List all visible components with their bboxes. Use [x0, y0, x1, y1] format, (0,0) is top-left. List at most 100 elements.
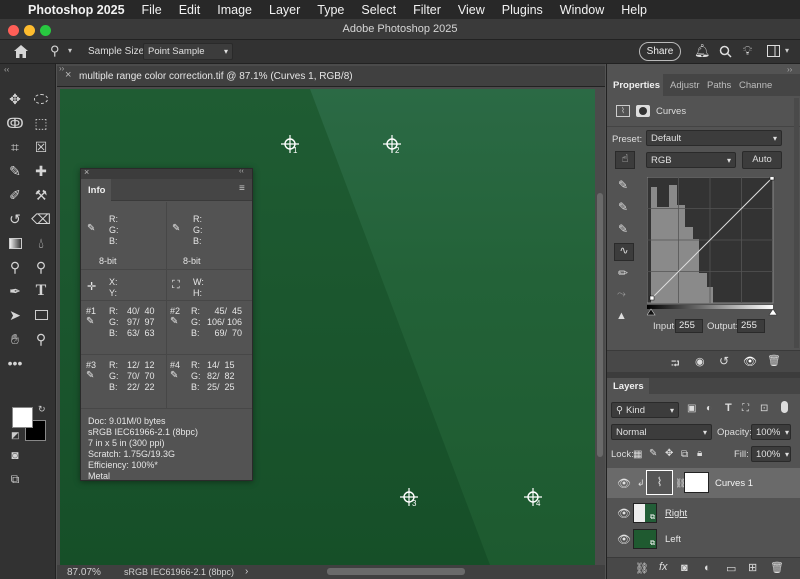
horizontal-scrollbar-thumb[interactable]: [327, 568, 465, 575]
zoom-level[interactable]: 87.07%: [67, 567, 101, 578]
scrollbar-thumb[interactable]: [597, 193, 603, 457]
clone-stamp-tool-icon[interactable]: ⚒: [30, 184, 52, 206]
home-icon[interactable]: [13, 44, 29, 59]
layer-style-icon[interactable]: fx: [659, 561, 668, 573]
healing-brush-tool-icon[interactable]: ✚: [30, 160, 52, 182]
layer-mask-thumbnail[interactable]: [684, 472, 709, 493]
lock-artboard-icon[interactable]: ⧉: [681, 449, 688, 460]
menu-file[interactable]: File: [142, 3, 162, 17]
type-tool-icon[interactable]: T: [30, 280, 52, 302]
opacity-field[interactable]: 100% ▾: [751, 424, 791, 440]
color-sampler-3[interactable]: 3: [399, 487, 429, 509]
color-sampler-1[interactable]: 1: [280, 134, 310, 156]
menu-view[interactable]: View: [458, 3, 485, 17]
workspace-icon[interactable]: [767, 45, 780, 57]
menu-image[interactable]: Image: [217, 3, 252, 17]
menu-app[interactable]: Photoshop 2025: [28, 3, 125, 17]
add-mask-icon[interactable]: ◙: [681, 562, 688, 574]
layer-row-curves[interactable]: 👁︎ ↲ ⌇ ⛓︎ Curves 1: [607, 468, 800, 498]
more-tools-icon[interactable]: •••: [4, 352, 26, 374]
eraser-tool-icon[interactable]: ⌫: [30, 208, 52, 230]
default-colors-icon[interactable]: ◩: [11, 430, 20, 441]
pencil-draw-curve-icon[interactable]: ✏︎: [618, 266, 628, 280]
filter-type-icon[interactable]: T: [725, 402, 732, 414]
tab-info[interactable]: Info: [81, 179, 111, 201]
quick-mask-icon[interactable]: ◙: [4, 444, 26, 466]
move-tool-icon[interactable]: ✥: [4, 88, 26, 110]
black-point-eyedropper-icon[interactable]: ✎: [618, 178, 628, 192]
menu-help[interactable]: Help: [621, 3, 647, 17]
tab-adjustments[interactable]: Adjustr: [670, 80, 700, 91]
view-previous-state-icon[interactable]: ◉: [695, 355, 705, 368]
chevron-down-icon[interactable]: ▾: [785, 46, 789, 55]
search-icon[interactable]: [719, 45, 732, 58]
menu-filter[interactable]: Filter: [413, 3, 441, 17]
visibility-eye-icon[interactable]: 👁︎: [617, 533, 631, 546]
zoom-tool-icon[interactable]: ⚲: [30, 328, 52, 350]
delete-icon[interactable]: 🗑︎: [767, 354, 781, 367]
preset-select[interactable]: Default ▾: [646, 130, 782, 146]
layer-filter-kind-select[interactable]: ⚲ Kind ▾: [611, 402, 679, 418]
edit-points-curve-icon[interactable]: ∿: [614, 243, 634, 261]
input-field[interactable]: 255: [675, 319, 703, 333]
collapse-toolbar-icon[interactable]: ‹‹: [4, 65, 9, 74]
properties-scrollbar[interactable]: [794, 98, 799, 348]
blur-tool-icon[interactable]: 💧︎: [30, 232, 52, 254]
menu-select[interactable]: Select: [361, 3, 396, 17]
sample-size-select[interactable]: Point Sample ▾: [143, 43, 233, 60]
lock-position-icon[interactable]: ✥: [665, 448, 673, 459]
marquee-tool-icon[interactable]: [30, 88, 52, 110]
menu-type[interactable]: Type: [317, 3, 344, 17]
filter-toggle-icon[interactable]: [781, 401, 788, 413]
filter-pixel-icon[interactable]: ▣: [687, 403, 696, 414]
eyedropper-tool-preset-icon[interactable]: ⚲: [50, 43, 60, 59]
crop-tool-icon[interactable]: ⌗: [4, 136, 26, 158]
rectangle-tool-icon[interactable]: [30, 304, 52, 326]
visibility-eye-icon[interactable]: 👁︎: [743, 355, 757, 368]
lock-transparent-icon[interactable]: ▦: [633, 449, 642, 460]
bell-icon[interactable]: 🔔︎: [694, 43, 711, 59]
hand-tool-icon[interactable]: ✋︎: [4, 328, 26, 350]
layer-name-curves[interactable]: Curves 1: [715, 478, 753, 489]
object-selection-tool-icon[interactable]: ⬚: [30, 112, 52, 134]
layer-row-left[interactable]: 👁︎ ⧉ Left: [607, 526, 800, 552]
history-brush-tool-icon[interactable]: ↺: [4, 208, 26, 230]
dodge-tool-icon[interactable]: ⚲: [4, 256, 26, 278]
curves-layer-thumbnail[interactable]: ⌇: [646, 470, 673, 495]
layer-row-right[interactable]: 👁︎ ⧉ Right: [607, 500, 800, 526]
collapse-panel-icon[interactable]: ‹‹: [239, 168, 244, 175]
lock-image-icon[interactable]: ✎: [649, 448, 657, 459]
filter-shape-icon[interactable]: ⛶: [742, 403, 749, 414]
panel-menu-icon[interactable]: ≡: [239, 183, 245, 194]
fill-field[interactable]: 100% ▾: [751, 446, 791, 462]
tab-layers[interactable]: Layers: [607, 378, 649, 394]
panel-expand-icon[interactable]: ››: [59, 64, 64, 73]
delete-layer-icon[interactable]: 🗑︎: [770, 561, 784, 574]
new-layer-icon[interactable]: ⊞: [748, 561, 757, 574]
document-tab[interactable]: × multiple range color correction.tif @ …: [57, 66, 605, 87]
foreground-color-swatch[interactable]: [12, 407, 33, 428]
filter-smart-object-icon[interactable]: ⊡: [760, 403, 768, 414]
visibility-eye-icon[interactable]: 👁︎: [617, 507, 631, 520]
vertical-scrollbar[interactable]: [595, 89, 605, 565]
menu-plugins[interactable]: Plugins: [502, 3, 543, 17]
new-group-icon[interactable]: ▭: [726, 562, 736, 575]
channel-select[interactable]: RGB ▾: [646, 152, 736, 168]
link-layers-icon[interactable]: ⛓︎: [635, 562, 649, 575]
tab-paths[interactable]: Paths: [707, 80, 731, 91]
auto-button[interactable]: Auto: [742, 151, 782, 169]
share-button[interactable]: Share: [639, 42, 681, 61]
screen-mode-icon[interactable]: ⧉: [4, 468, 26, 490]
color-sampler-2[interactable]: 2: [382, 134, 412, 156]
lock-all-icon[interactable]: 🔒︎: [697, 448, 702, 459]
output-field[interactable]: 255: [737, 319, 765, 333]
lasso-tool-icon[interactable]: ↂ: [4, 112, 26, 134]
layer-mask-icon[interactable]: [636, 105, 650, 117]
menu-layer[interactable]: Layer: [269, 3, 300, 17]
layer-name-right[interactable]: Right: [665, 508, 687, 519]
collapse-dock-icon[interactable]: ››: [787, 65, 792, 74]
smooth-curve-icon[interactable]: ⤳: [617, 288, 626, 301]
on-image-adjust-icon[interactable]: ☝︎: [615, 151, 635, 169]
filter-adjustment-icon[interactable]: ◐: [706, 403, 712, 414]
eyedropper-tool-icon[interactable]: ✎: [4, 160, 26, 182]
